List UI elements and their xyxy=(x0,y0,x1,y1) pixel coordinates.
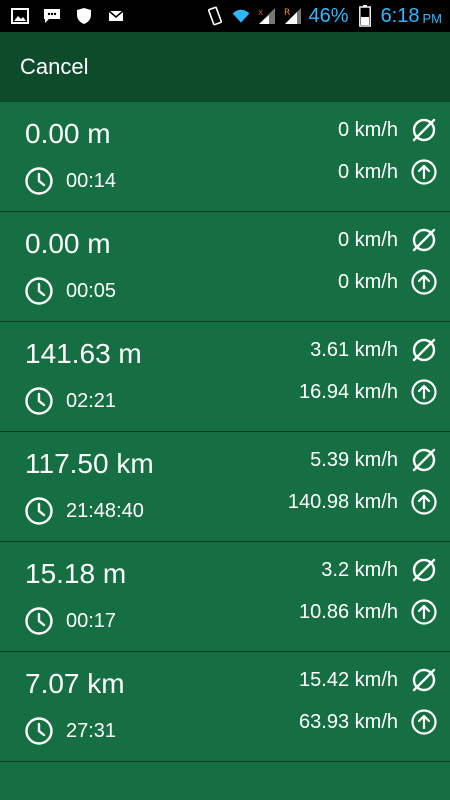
clock-icon xyxy=(24,606,54,636)
clock-icon xyxy=(24,166,54,196)
trip-row[interactable]: 117.50 km 21:48:40 5.39 km/h 140.98 km/h xyxy=(0,432,450,542)
trip-avg-speed-group: 15.42 km/h xyxy=(299,666,438,694)
average-speed-icon xyxy=(410,556,438,584)
trip-row[interactable]: 15.18 m 00:17 3.2 km/h 10.86 km/h xyxy=(0,542,450,652)
trip-distance: 141.63 m xyxy=(25,338,142,369)
clock-icon xyxy=(24,496,54,526)
trip-max-speed: 0 km/h xyxy=(337,270,398,293)
trip-duration-group: 00:17 xyxy=(24,606,116,636)
trip-max-speed: 0 km/h xyxy=(337,160,398,183)
svg-text:x: x xyxy=(258,8,264,18)
trip-duration: 02:21 xyxy=(66,389,117,412)
trip-max-speed: 63.93 km/h xyxy=(299,710,398,733)
app-bar: Cancel xyxy=(0,32,450,102)
trip-max-speed: 140.98 km/h xyxy=(287,490,398,513)
trip-avg-speed: 3.2 km/h xyxy=(321,558,398,581)
trip-row[interactable]: 0.00 m 00:14 0 km/h 0 km/h xyxy=(0,102,450,212)
signal-r-icon: R xyxy=(283,6,303,26)
trip-avg-speed-group: 3.61 km/h xyxy=(310,336,438,364)
vibrate-icon xyxy=(205,6,225,26)
max-speed-icon xyxy=(410,488,438,516)
battery-percent: 46% xyxy=(308,4,349,27)
trip-duration: 00:14 xyxy=(66,169,117,192)
trip-avg-speed-group: 0 km/h xyxy=(338,116,438,144)
trip-max-speed-group: 140.98 km/h xyxy=(288,488,438,516)
signal-x-icon: x xyxy=(257,6,277,26)
trip-avg-speed: 15.42 km/h xyxy=(299,668,398,691)
status-bar: x R 46% 6:18 PM xyxy=(0,0,450,32)
trip-list: 0.00 m 00:14 0 km/h 0 km/h 0.00 m 00:05 … xyxy=(0,102,450,762)
cancel-button[interactable]: Cancel xyxy=(20,54,88,80)
trip-duration: 21:48:40 xyxy=(66,499,144,522)
max-speed-icon xyxy=(410,268,438,296)
trip-duration-group: 21:48:40 xyxy=(24,496,144,526)
svg-text:R: R xyxy=(284,8,290,18)
average-speed-icon xyxy=(410,226,438,254)
trip-max-speed: 16.94 km/h xyxy=(299,380,398,403)
trip-max-speed-group: 0 km/h xyxy=(338,268,438,296)
system-icons: x R 46% 6:18 PM xyxy=(205,5,450,28)
trip-row[interactable]: 141.63 m 02:21 3.61 km/h 16.94 km/h xyxy=(0,322,450,432)
trip-duration: 00:17 xyxy=(66,609,117,632)
trip-max-speed: 10.86 km/h xyxy=(299,600,398,623)
trip-max-speed-group: 0 km/h xyxy=(338,158,438,186)
notification-icons xyxy=(0,6,126,26)
trip-duration-group: 00:05 xyxy=(24,276,116,306)
trip-duration: 00:05 xyxy=(66,279,117,302)
trip-avg-speed-group: 5.39 km/h xyxy=(310,446,438,474)
trip-max-speed-group: 63.93 km/h xyxy=(299,708,438,736)
trip-duration: 27:31 xyxy=(66,719,117,742)
battery-icon xyxy=(355,5,375,27)
trip-avg-speed-group: 0 km/h xyxy=(338,226,438,254)
trip-max-speed-group: 10.86 km/h xyxy=(299,598,438,626)
clock-icon xyxy=(24,716,54,746)
trip-distance: 7.07 km xyxy=(25,668,125,699)
average-speed-icon xyxy=(410,666,438,694)
max-speed-icon xyxy=(410,708,438,736)
trip-max-speed-group: 16.94 km/h xyxy=(299,378,438,406)
trip-avg-speed: 0 km/h xyxy=(337,228,398,251)
max-speed-icon xyxy=(410,158,438,186)
shield-icon xyxy=(74,6,94,26)
trip-row[interactable]: 0.00 m 00:05 0 km/h 0 km/h xyxy=(0,212,450,322)
trip-avg-speed-group: 3.2 km/h xyxy=(321,556,438,584)
trip-row[interactable]: 7.07 km 27:31 15.42 km/h 63.93 km/h xyxy=(0,652,450,762)
chat-icon xyxy=(42,6,62,26)
trip-avg-speed: 5.39 km/h xyxy=(310,448,398,471)
clock-icon xyxy=(24,276,54,306)
trip-avg-speed: 0 km/h xyxy=(337,118,398,141)
wifi-icon xyxy=(231,6,251,26)
mail-icon xyxy=(106,6,126,26)
trip-distance: 0.00 m xyxy=(25,118,111,149)
max-speed-icon xyxy=(410,378,438,406)
average-speed-icon xyxy=(410,336,438,364)
trip-distance: 0.00 m xyxy=(25,228,111,259)
average-speed-icon xyxy=(410,446,438,474)
max-speed-icon xyxy=(410,598,438,626)
clock-icon xyxy=(24,386,54,416)
image-icon xyxy=(10,6,30,26)
trip-distance: 15.18 m xyxy=(25,558,127,589)
trip-distance: 117.50 km xyxy=(25,448,154,479)
clock-ampm: PM xyxy=(422,10,443,26)
clock-time: 6:18 xyxy=(380,4,420,27)
trip-duration-group: 00:14 xyxy=(24,166,116,196)
average-speed-icon xyxy=(410,116,438,144)
trip-duration-group: 27:31 xyxy=(24,716,116,746)
trip-avg-speed: 3.61 km/h xyxy=(310,338,398,361)
trip-duration-group: 02:21 xyxy=(24,386,116,416)
